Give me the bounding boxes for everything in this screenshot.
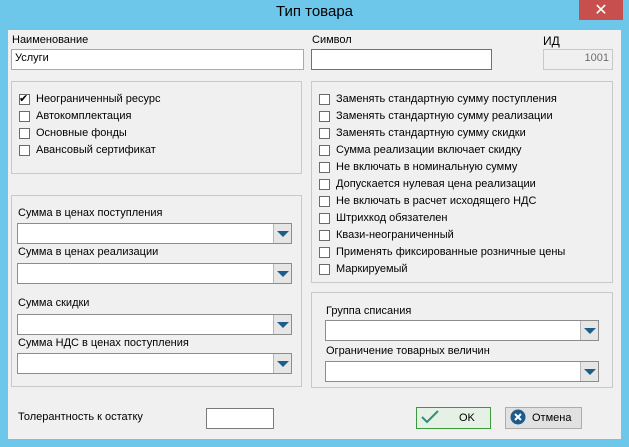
checkmark-icon: ✔: [19, 91, 29, 105]
chevron-down-icon[interactable]: [273, 264, 291, 283]
checkbox[interactable]: [319, 127, 330, 139]
dialog-window: Тип товара ✕ Наименование Услуги Символ …: [0, 0, 629, 447]
checkbox[interactable]: [319, 178, 330, 190]
chevron-down-icon[interactable]: [273, 315, 291, 334]
checkbox-row[interactable]: Маркируемый: [319, 262, 408, 276]
writeoff-group-label: Группа списания: [326, 305, 412, 317]
checkbox-row[interactable]: Штрихкод обязателен: [319, 211, 448, 225]
checkbox-label: Основные фонды: [36, 127, 127, 139]
cancel-icon: [510, 409, 526, 428]
checkbox-row[interactable]: Основные фонды: [19, 126, 127, 140]
symbol-input[interactable]: [311, 49, 492, 70]
sale-sum-select[interactable]: [17, 263, 292, 284]
checkbox-row[interactable]: Не включать в номинальную сумму: [319, 160, 517, 174]
window-title: Тип товара: [275, 3, 354, 20]
checkbox-label: Не включать в расчет исходящего НДС: [336, 195, 537, 207]
tolerance-label: Толерантность к остатку: [18, 411, 143, 423]
checkbox-label: Авансовый сертификат: [36, 144, 156, 156]
chevron-down-icon[interactable]: [580, 321, 598, 340]
discount-sum-label: Сумма скидки: [18, 297, 90, 309]
checkbox-label: Заменять стандартную сумму поступления: [336, 93, 557, 105]
cancel-label: Отмена: [532, 412, 572, 424]
cancel-button[interactable]: Отмена: [505, 407, 582, 429]
checkbox[interactable]: [319, 229, 330, 241]
checkbox-row[interactable]: Применять фиксированные розничные цены: [319, 245, 565, 259]
symbol-label: Символ: [312, 34, 352, 46]
id-value: 1001: [584, 52, 609, 64]
dialog-body: Наименование Услуги Символ ИД 1001 ✔ Неог…: [8, 30, 621, 439]
checkbox-label: Автокомплектация: [36, 110, 132, 122]
checkbox[interactable]: [19, 144, 30, 156]
title-bar: Тип товара ✕: [0, 0, 629, 24]
checkbox-row[interactable]: Сумма реализации включает скидку: [319, 143, 522, 157]
id-input: 1001: [543, 49, 613, 70]
checkbox-label: Штрихкод обязателен: [336, 212, 448, 224]
checkbox-label: Не включать в номинальную сумму: [336, 161, 518, 173]
checkbox-label: Применять фиксированные розничные цены: [336, 246, 566, 258]
discount-sum-select[interactable]: [17, 314, 292, 335]
sale-sum-label: Сумма в ценах реализации: [18, 246, 159, 258]
writeoff-group-select[interactable]: [325, 320, 599, 341]
limit-select[interactable]: [325, 361, 599, 382]
ok-button[interactable]: OK: [416, 407, 491, 429]
checkbox-row[interactable]: Авансовый сертификат: [19, 143, 156, 157]
name-value: Услуги: [15, 52, 49, 64]
close-button[interactable]: ✕: [579, 0, 623, 20]
tolerance-input[interactable]: [206, 408, 274, 429]
checkbox-row[interactable]: Допускается нулевая цена реализации: [319, 177, 536, 191]
name-input[interactable]: Услуги: [11, 49, 304, 70]
checkbox-label: Квази-неограниченный: [336, 229, 454, 241]
purchase-sum-select[interactable]: [17, 223, 292, 244]
checkbox-row[interactable]: Заменять стандартную сумму поступления: [319, 92, 557, 106]
checkbox[interactable]: [319, 195, 330, 207]
checkbox[interactable]: [319, 263, 330, 275]
checkbox-label: Заменять стандартную сумму реализации: [336, 110, 553, 122]
checkbox[interactable]: [319, 246, 330, 258]
checkbox-row[interactable]: Заменять стандартную сумму реализации: [319, 109, 553, 123]
checkbox-row[interactable]: Заменять стандартную сумму скидки: [319, 126, 526, 140]
checkbox-label: Неограниченный ресурс: [36, 93, 161, 105]
close-icon: ✕: [594, 0, 608, 19]
limit-label: Ограничение товарных величин: [326, 345, 490, 357]
ok-label: OK: [459, 412, 475, 424]
vat-sum-select[interactable]: [17, 353, 292, 374]
id-label: ИД: [543, 34, 560, 48]
checkbox[interactable]: [319, 161, 330, 173]
checkbox-label: Сумма реализации включает скидку: [336, 144, 522, 156]
checkbox-label: Допускается нулевая цена реализации: [336, 178, 536, 190]
chevron-down-icon[interactable]: [273, 224, 291, 243]
checkbox[interactable]: [19, 127, 30, 139]
checkbox[interactable]: [319, 144, 330, 156]
checkbox-label: Маркируемый: [336, 263, 408, 275]
checkbox-row[interactable]: Квази-неограниченный: [319, 228, 454, 242]
checkbox-row[interactable]: Не включать в расчет исходящего НДС: [319, 194, 536, 208]
name-label: Наименование: [12, 34, 89, 46]
checkbox-label: Заменять стандартную сумму скидки: [336, 127, 526, 139]
purchase-sum-label: Сумма в ценах поступления: [18, 207, 163, 219]
chevron-down-icon[interactable]: [580, 362, 598, 381]
chevron-down-icon[interactable]: [273, 354, 291, 373]
checkbox[interactable]: ✔: [19, 91, 30, 105]
checkbox[interactable]: [319, 110, 330, 122]
checkbox[interactable]: [319, 93, 330, 105]
vat-sum-label: Сумма НДС в ценах поступления: [18, 337, 189, 349]
checkbox-row[interactable]: ✔ Неограниченный ресурс: [19, 92, 160, 106]
check-icon: [421, 409, 439, 427]
checkbox[interactable]: [19, 110, 30, 122]
checkbox[interactable]: [319, 212, 330, 224]
checkbox-row[interactable]: Автокомплектация: [19, 109, 131, 123]
